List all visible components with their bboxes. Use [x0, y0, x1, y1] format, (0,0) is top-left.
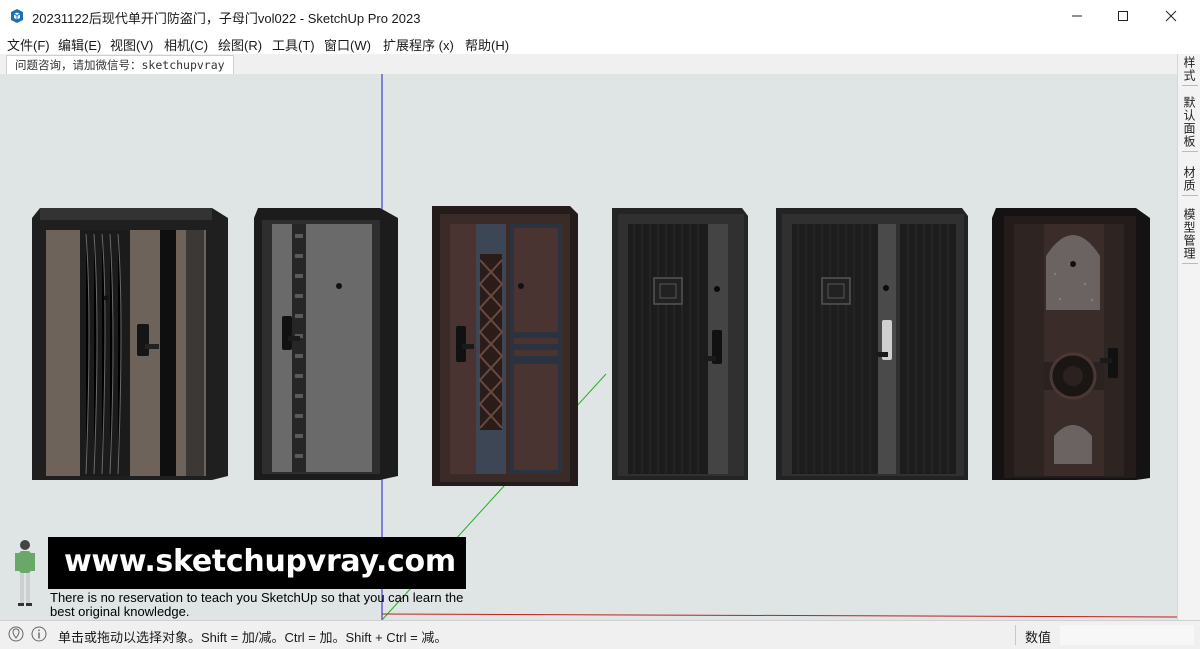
- menu-camera[interactable]: 相机(C): [164, 35, 208, 54]
- menu-window[interactable]: 窗口(W): [324, 35, 371, 54]
- minimize-button[interactable]: [1054, 0, 1100, 32]
- door-3[interactable]: [432, 206, 578, 486]
- close-icon: [1165, 10, 1177, 22]
- menu-edit[interactable]: 编辑(E): [58, 35, 101, 54]
- maximize-button[interactable]: [1100, 0, 1146, 32]
- tray-tab-materials[interactable]: 材质: [1182, 166, 1198, 196]
- title-bar: 20231122后现代单开门防盗门，子母门vol022 - SketchUp P…: [0, 0, 1200, 32]
- menu-help[interactable]: 帮助(H): [465, 35, 509, 54]
- watermark-banner: www.sketchupvray.com: [48, 537, 466, 589]
- menu-view[interactable]: 视图(V): [110, 35, 153, 54]
- tray-tab-styles[interactable]: 样式: [1182, 56, 1198, 86]
- door-5[interactable]: [776, 208, 968, 480]
- door-6[interactable]: [992, 208, 1150, 480]
- watermark-caption: There is no reservation to teach you Ske…: [50, 590, 464, 619]
- scale-figure-person: [15, 540, 35, 606]
- menu-extensions[interactable]: 扩展程序 (x): [383, 35, 454, 54]
- status-hint: 单击或拖动以选择对象。Shift = 加/减。Ctrl = 加。Shift + …: [58, 630, 448, 645]
- window-title: 20231122后现代单开门防盗门，子母门vol022 - SketchUp P…: [32, 11, 421, 26]
- menu-bar: 文件(F) 编辑(E) 视图(V) 相机(C) 绘图(R) 工具(T) 窗口(W…: [0, 32, 1200, 54]
- menu-tools[interactable]: 工具(T): [272, 35, 315, 54]
- close-button[interactable]: [1148, 0, 1194, 32]
- menu-draw[interactable]: 绘图(R): [218, 35, 262, 54]
- menu-file[interactable]: 文件(F): [7, 35, 50, 54]
- maximize-icon: [1118, 11, 1128, 21]
- status-bar: 单击或拖动以选择对象。Shift = 加/减。Ctrl = 加。Shift + …: [0, 620, 1200, 649]
- watermark-url: www.sketchupvray.com: [64, 544, 456, 579]
- tray-tab-outliner[interactable]: 模型管理: [1182, 208, 1198, 264]
- scene-tab-strip: 问题咨询，请加微信号：sketchupvray: [0, 54, 1180, 75]
- minimize-icon: [1072, 15, 1082, 17]
- door-4[interactable]: [612, 208, 748, 480]
- measurements-label: 数值: [1025, 630, 1052, 645]
- info-icon[interactable]: [31, 626, 47, 642]
- door-1[interactable]: [32, 208, 228, 480]
- red-axis: [381, 613, 1177, 618]
- scene-tab[interactable]: 问题咨询，请加微信号：sketchupvray: [6, 55, 234, 74]
- measurements-input[interactable]: [1060, 625, 1194, 645]
- status-divider: [1015, 625, 1016, 645]
- door-2[interactable]: [254, 208, 398, 480]
- geo-location-icon[interactable]: [8, 626, 24, 642]
- default-tray: 样式 默认面板 材质 模型管理: [1177, 54, 1200, 620]
- tray-tab-default[interactable]: 默认面板: [1182, 96, 1198, 152]
- sketchup-logo-icon: [11, 9, 23, 23]
